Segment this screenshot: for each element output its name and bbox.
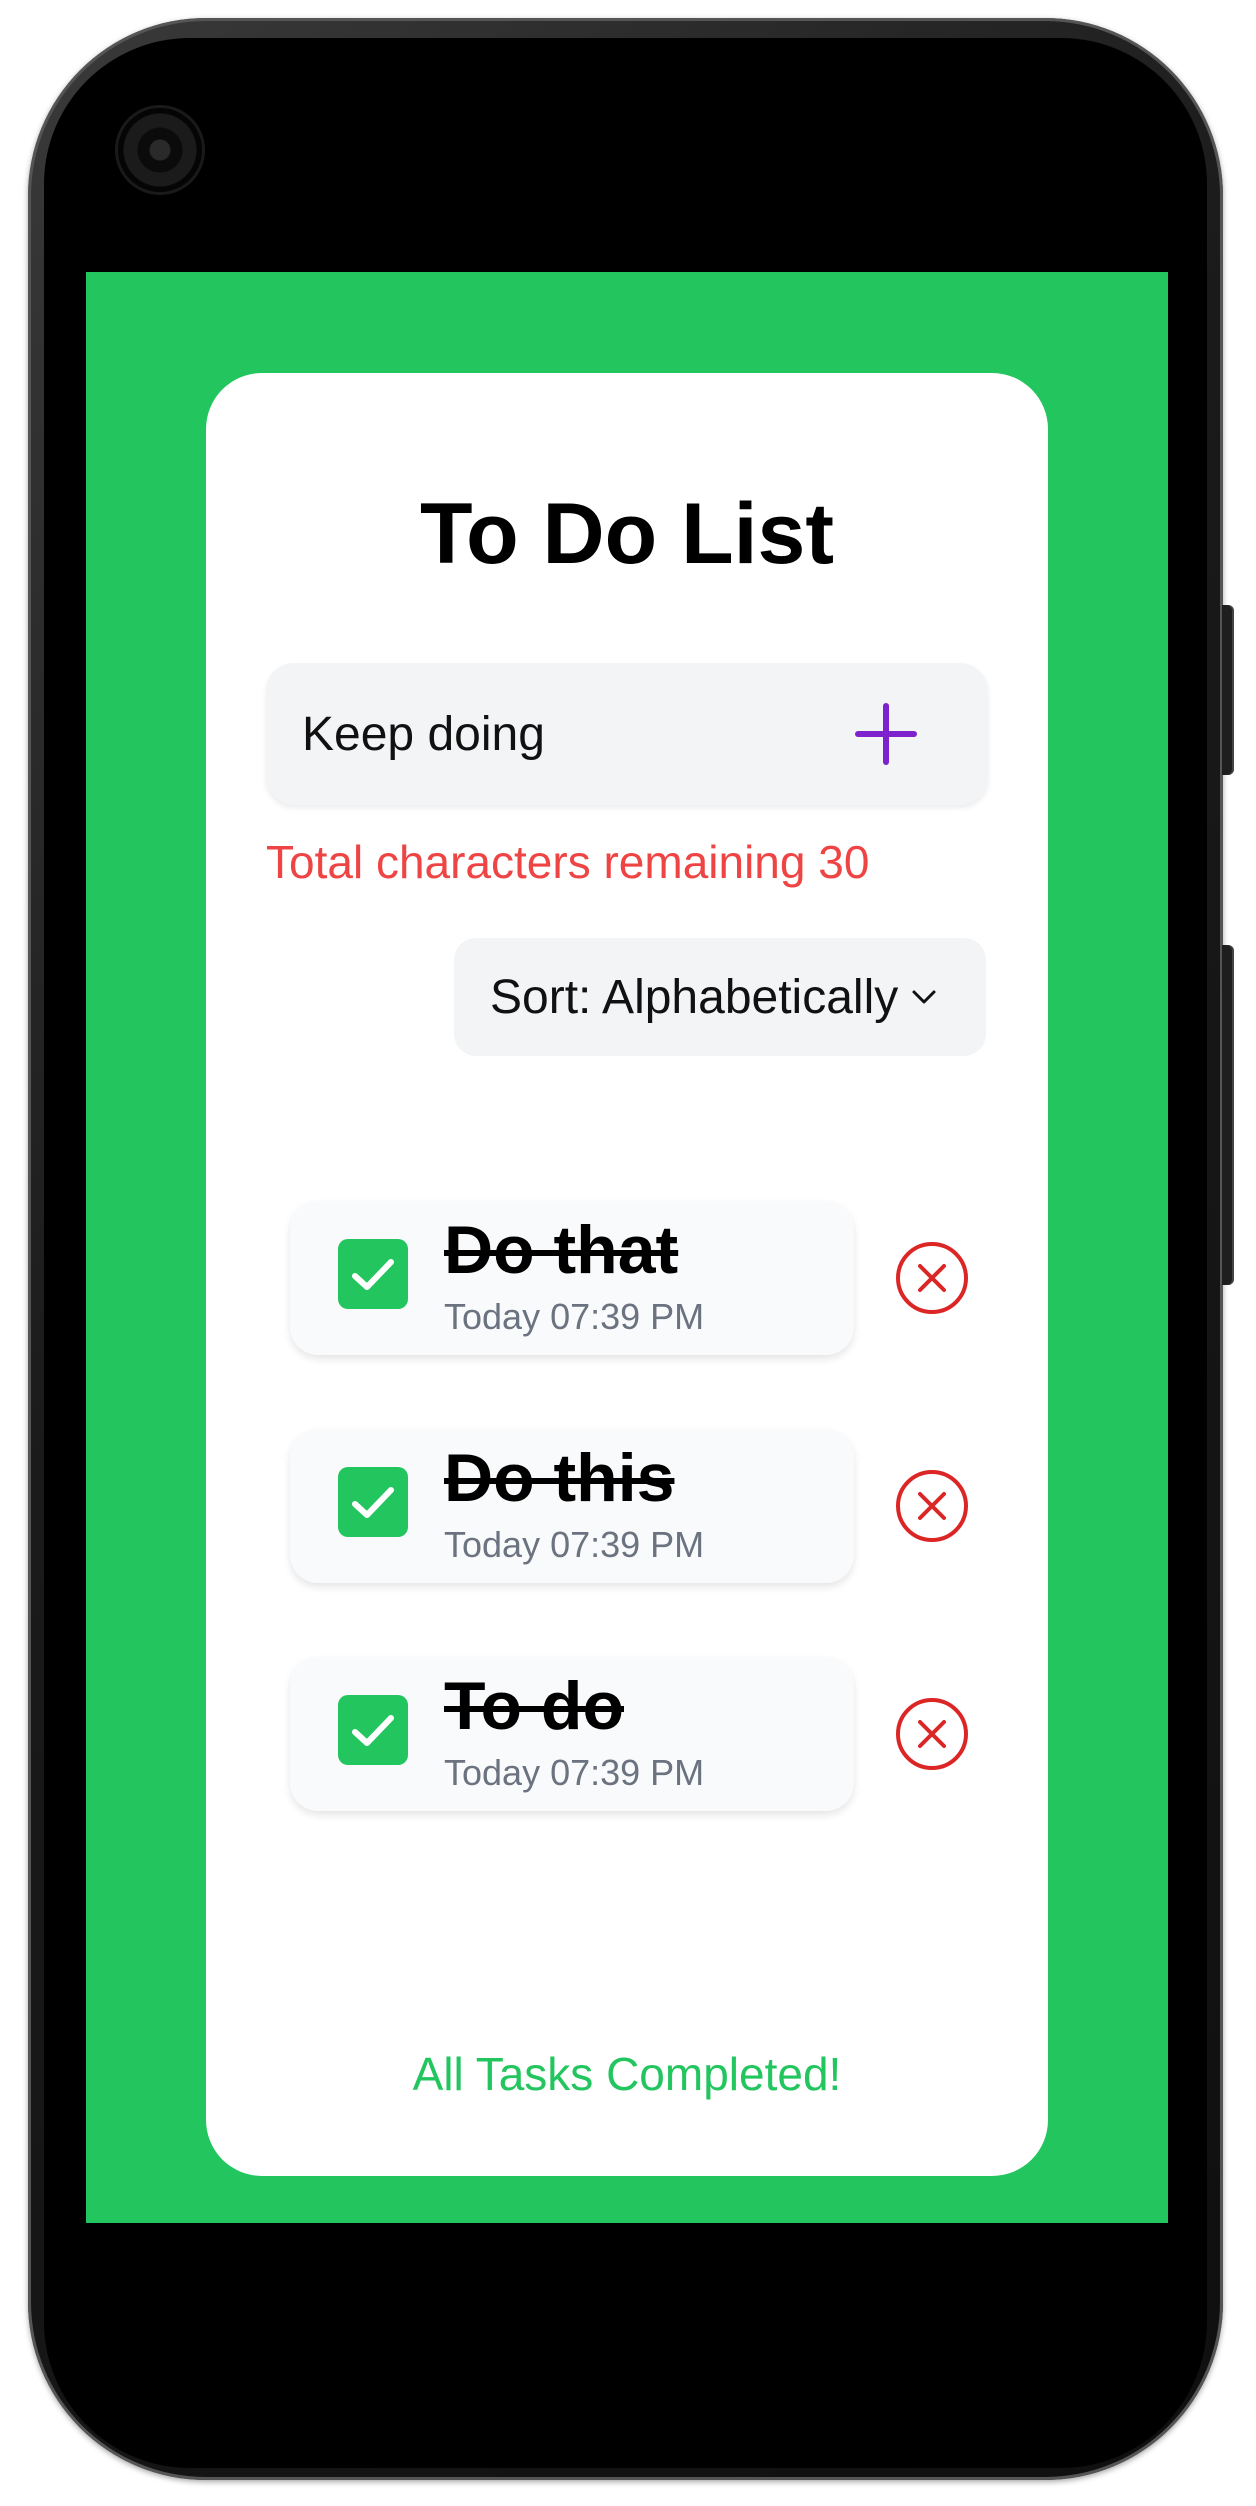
delete-task-button[interactable] xyxy=(894,1468,970,1544)
task-item: Do this Today 07:39 PM xyxy=(290,1429,854,1583)
close-circle-icon xyxy=(896,1698,968,1770)
check-icon xyxy=(352,1259,394,1290)
task-timestamp: Today 07:39 PM xyxy=(444,1752,705,1793)
task-title: To do xyxy=(444,1668,624,1744)
page-title: To Do List xyxy=(419,486,834,582)
sort-label: Sort: Alphabetically xyxy=(490,970,899,1024)
task-item: To do Today 07:39 PM xyxy=(290,1657,854,1811)
delete-task-button[interactable] xyxy=(894,1696,970,1772)
power-button xyxy=(1222,605,1234,775)
chevron-down-icon xyxy=(910,988,938,1006)
task-input[interactable] xyxy=(302,663,822,805)
plus-icon xyxy=(855,703,917,765)
task-checkbox[interactable] xyxy=(338,1467,408,1537)
check-icon xyxy=(352,1715,394,1746)
app-screen: To Do List Total characters remaining 30… xyxy=(86,272,1168,2223)
task-title: Do this xyxy=(444,1440,675,1516)
task-checkbox[interactable] xyxy=(338,1695,408,1765)
task-item: Do that Today 07:39 PM xyxy=(290,1201,854,1355)
task-checkbox[interactable] xyxy=(338,1239,408,1309)
delete-task-button[interactable] xyxy=(894,1240,970,1316)
task-timestamp: Today 07:39 PM xyxy=(444,1296,705,1337)
task-timestamp: Today 07:39 PM xyxy=(444,1524,705,1565)
task-title: Do that xyxy=(444,1212,679,1288)
check-icon xyxy=(352,1487,394,1518)
sort-dropdown[interactable]: Sort: Alphabetically xyxy=(454,938,986,1056)
todo-card: To Do List Total characters remaining 30… xyxy=(206,373,1048,2176)
char-remaining-text: Total characters remaining 30 xyxy=(266,836,870,888)
volume-button xyxy=(1222,945,1234,1285)
camera-icon xyxy=(118,108,202,192)
close-circle-icon xyxy=(896,1470,968,1542)
status-message: All Tasks Completed! xyxy=(412,2048,842,2100)
add-task-button[interactable] xyxy=(846,694,926,774)
close-circle-icon xyxy=(896,1242,968,1314)
task-input-container xyxy=(266,663,988,805)
